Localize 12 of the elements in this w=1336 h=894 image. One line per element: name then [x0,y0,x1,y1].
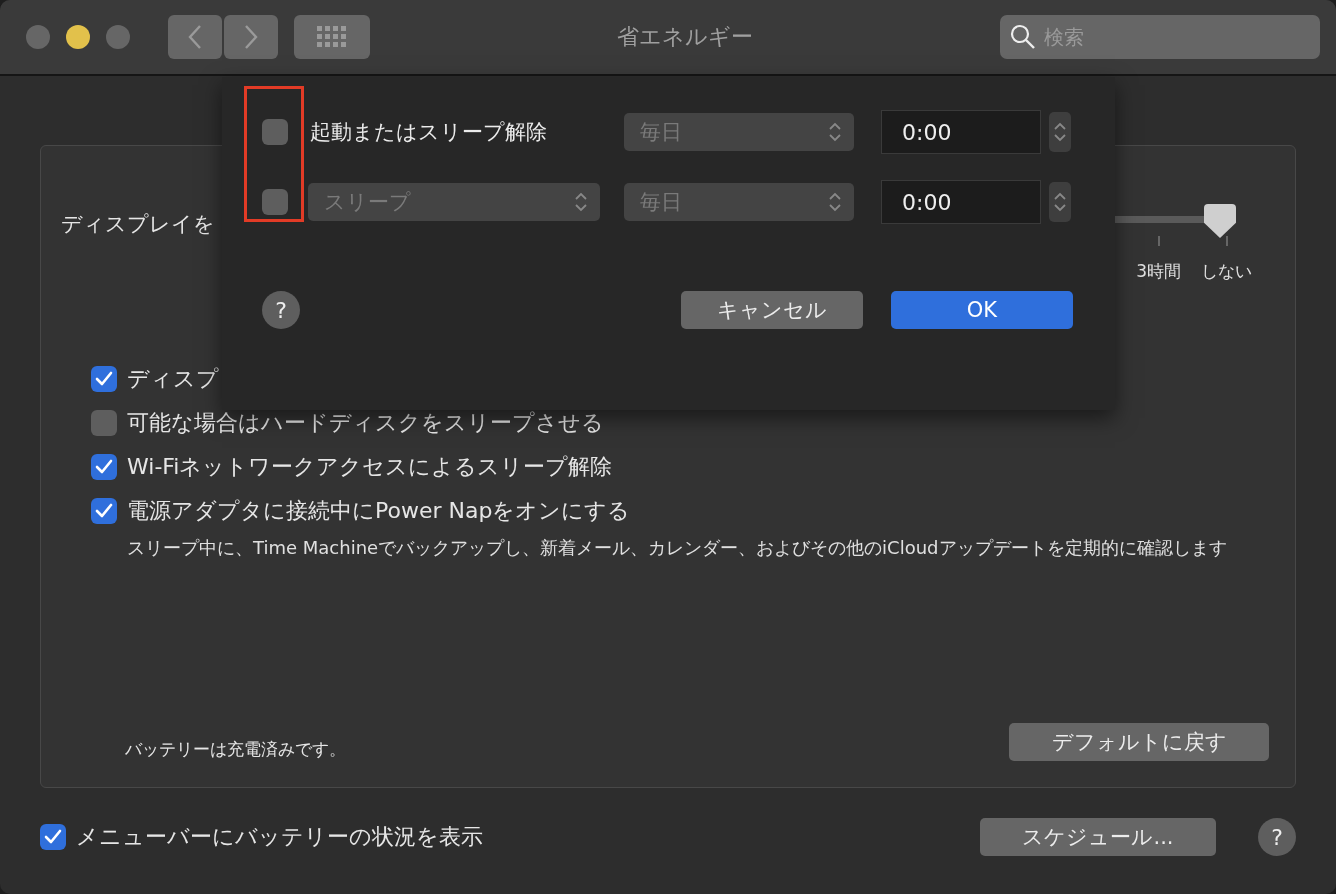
battery-status: バッテリーは充電済みです。 [125,737,346,761]
option-description: スリープ中に、Time Machineでバックアップし、新着メール、カレンダー、およびその他のiCloudアップデートを定期的に確認します [127,536,1228,560]
event-label: 起動またはスリープ解除 [310,119,548,146]
tick-label: しない [1201,260,1252,283]
checkbox-label: Wi-Fiネットワークアクセスによるスリープ解除 [127,453,613,481]
checkbox-label: ディスプ [127,365,219,393]
tick-label: 3時間 [1136,260,1181,283]
slider-label: ディスプレイを [61,211,216,238]
checkbox-label: 可能な場合はハードディスクをスリープさせる [127,409,604,437]
window-title: 省エネルギー [616,23,754,51]
checkbox-label: 電源アダプタに接続中にPower Napをオンにする [127,497,631,525]
checkbox-label: メニューバーにバッテリーの状況を表示 [76,823,483,851]
